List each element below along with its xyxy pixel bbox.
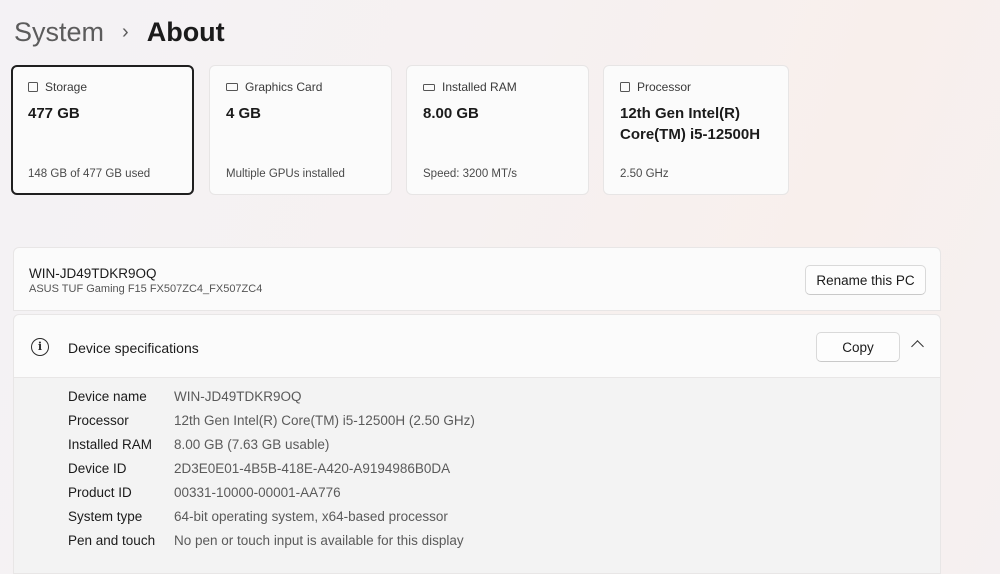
spec-value: No pen or touch input is available for t… [174,533,464,548]
card-subtext: Multiple GPUs installed [226,168,345,180]
card-value: 12th Gen Intel(R) Core(TM) i5-12500H [620,105,761,143]
spec-value: WIN-JD49TDKR9OQ [174,389,302,404]
pc-model: ASUS TUF Gaming F15 FX507ZC4_FX507ZC4 [29,283,263,295]
device-specifications-header[interactable]: i Device specifications Copy [14,315,940,378]
pc-name: WIN-JD49TDKR9OQ [29,266,157,281]
card-label: Storage [45,80,88,94]
graphics-card-card[interactable]: Graphics Card 4 GB Multiple GPUs install… [209,65,392,195]
spec-value: 00331-10000-00001-AA776 [174,485,341,500]
copy-button[interactable]: Copy [816,332,900,362]
card-subtext: 148 GB of 477 GB used [28,168,151,180]
page-title: About [146,17,225,47]
rename-pc-button[interactable]: Rename this PC [805,265,926,295]
card-label: Processor [637,80,692,94]
spec-row: Processor 12th Gen Intel(R) Core(TM) i5-… [68,412,475,430]
spec-row: System type 64-bit operating system, x64… [68,508,448,526]
pc-name-panel: WIN-JD49TDKR9OQ ASUS TUF Gaming F15 FX50… [13,247,941,311]
spec-row: Device ID 2D3E0E01-4B5B-418E-A420-A91949… [68,460,450,478]
card-value: 4 GB [226,105,262,122]
spec-value: 2D3E0E01-4B5B-418E-A420-A9194986B0DA [174,461,451,476]
card-label: Installed RAM [442,80,517,94]
card-subtext: 2.50 GHz [620,168,669,180]
card-label: Graphics Card [245,80,323,94]
breadcrumb-system[interactable]: System [14,12,104,52]
card-subtext: Speed: 3200 MT/s [423,168,517,180]
spec-label: Pen and touch [68,533,156,548]
chevron-right-icon: › [122,21,129,43]
spec-row: Product ID 00331-10000-00001-AA776 [68,484,341,502]
device-specifications-title: Device specifications [68,340,199,356]
spec-label: Device ID [68,461,127,476]
spec-value: 8.00 GB (7.63 GB usable) [174,437,330,452]
storage-card[interactable]: Storage 477 GB 148 GB of 477 GB used [11,65,194,195]
spec-value: 64-bit operating system, x64-based proce… [174,509,448,524]
ram-icon [423,83,435,91]
installed-ram-card[interactable]: Installed RAM 8.00 GB Speed: 3200 MT/s [406,65,589,195]
info-icon: i [31,338,49,356]
spec-value: 12th Gen Intel(R) Core(TM) i5-12500H (2.… [174,413,475,428]
breadcrumb: System › About [14,12,225,52]
processor-card[interactable]: Processor 12th Gen Intel(R) Core(TM) i5-… [603,65,789,195]
card-value: 477 GB [28,105,80,122]
card-value: 8.00 GB [423,105,479,122]
device-specifications-list: Device name WIN-JD49TDKR9OQ Processor 12… [14,378,940,573]
device-specifications-panel: i Device specifications Copy Device name… [13,314,941,574]
spec-label: Installed RAM [68,437,153,452]
spec-row: Pen and touch No pen or touch input is a… [68,532,464,550]
spec-label: Processor [68,413,129,428]
chevron-up-icon[interactable] [911,340,924,353]
graphics-card-icon [226,83,238,91]
storage-icon [28,82,38,92]
spec-label: System type [68,509,143,524]
spec-label: Device name [68,389,147,404]
spec-label: Product ID [68,485,132,500]
spec-row: Installed RAM 8.00 GB (7.63 GB usable) [68,436,329,454]
spec-row: Device name WIN-JD49TDKR9OQ [68,388,302,406]
processor-icon [620,82,630,92]
